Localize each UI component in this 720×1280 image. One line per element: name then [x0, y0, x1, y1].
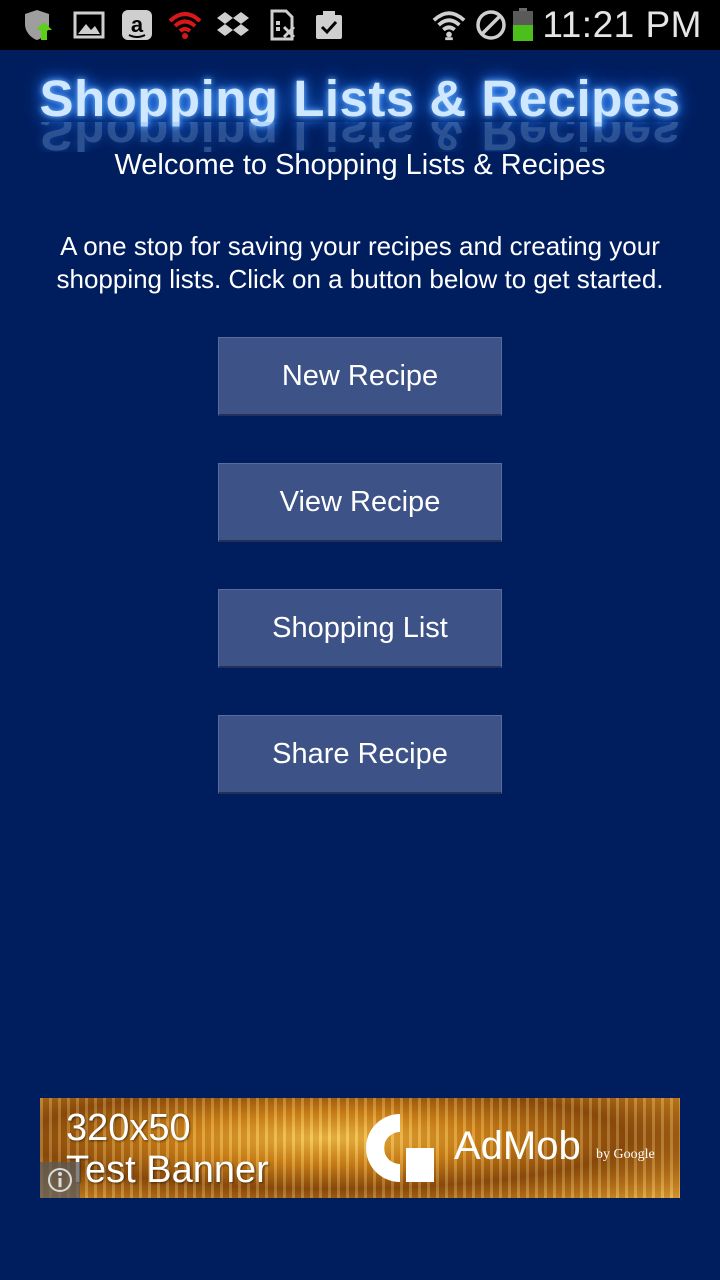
ad-size-text: 320x50	[66, 1107, 191, 1149]
ad-test-text: Test Banner	[66, 1149, 269, 1191]
ad-banner[interactable]: 320x50 Test Banner AdMob by Google	[40, 1098, 680, 1198]
wifi-alert-icon	[168, 9, 202, 41]
share-recipe-button[interactable]: Share Recipe	[218, 715, 502, 794]
view-recipe-button[interactable]: View Recipe	[218, 463, 502, 542]
status-time: 11:21 PM	[542, 4, 702, 45]
shopping-list-button[interactable]: Shopping List	[218, 589, 502, 668]
no-signal-icon	[474, 9, 508, 41]
logo-title: Shopping Lists & Recipes	[39, 70, 681, 127]
svg-text:a: a	[131, 12, 144, 37]
new-recipe-button[interactable]: New Recipe	[218, 337, 502, 416]
sim-card-icon	[266, 9, 300, 41]
shield-update-icon	[22, 9, 56, 41]
intro-description: A one stop for saving your recipes and c…	[56, 231, 664, 294]
ad-by-google: by Google	[596, 1147, 655, 1162]
app-main: Shopping Lists & Recipes Shopping Lists …	[0, 50, 720, 1280]
welcome-heading: Welcome to Shopping Lists & Recipes	[114, 149, 606, 181]
wifi-icon	[432, 9, 466, 41]
ad-brand: AdMob	[454, 1124, 581, 1168]
battery-icon	[508, 8, 538, 41]
amazon-icon: a	[120, 9, 154, 41]
image-icon	[72, 9, 106, 41]
clipboard-check-icon	[312, 9, 346, 41]
dropbox-icon	[216, 9, 250, 41]
admob-logo-icon	[360, 1110, 438, 1186]
status-bar: a 11:21 PM	[0, 0, 720, 50]
app-logo: Shopping Lists & Recipes Shopping Lists …	[0, 70, 720, 160]
info-icon[interactable]	[40, 1162, 80, 1198]
